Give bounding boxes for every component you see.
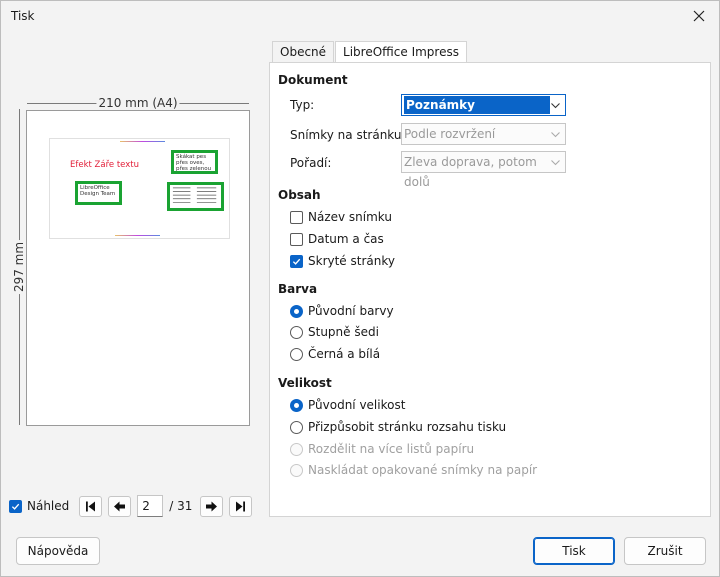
- grayscale-radio[interactable]: [290, 325, 303, 339]
- repeat-slides-radio[interactable]: [290, 463, 303, 477]
- slide-thumbnail: Efekt Záře textu Skákat pes přes oves, p…: [49, 138, 230, 239]
- hidden-pages-option[interactable]: Skryté stránky: [290, 254, 395, 268]
- arrow-right-icon: [206, 501, 218, 511]
- cancel-button[interactable]: Zrušit: [624, 537, 706, 565]
- print-button[interactable]: Tisk: [533, 537, 615, 565]
- original-size-option[interactable]: Původní velikost: [290, 398, 405, 412]
- fit-to-page-label: Přizpůsobit stránku rozsahu tisku: [308, 420, 507, 434]
- grayscale-label: Stupně šedi: [308, 325, 379, 339]
- next-page-button[interactable]: [200, 495, 224, 517]
- page-width-dimension: 210 mm (A4): [27, 96, 249, 110]
- previous-page-button[interactable]: [108, 495, 132, 517]
- slides-per-page-value: Podle rozvržení: [404, 127, 496, 141]
- tab-general[interactable]: Obecné: [272, 41, 335, 63]
- date-time-option[interactable]: Datum a čas: [290, 232, 384, 246]
- tab-bar: Obecné LibreOffice Impress: [272, 41, 468, 64]
- date-time-label: Datum a čas: [308, 232, 384, 246]
- content-heading: Obsah: [278, 188, 321, 202]
- repeat-slides-label: Naskládat opakované snímky na papír: [308, 463, 538, 477]
- checkmark-icon: [292, 258, 301, 265]
- black-white-option[interactable]: Černá a bílá: [290, 347, 380, 361]
- fit-to-page-option[interactable]: Přizpůsobit stránku rozsahu tisku: [290, 420, 506, 434]
- print-preview-page: Efekt Záře textu Skákat pes přes oves, p…: [26, 110, 250, 426]
- page-width-label: 210 mm (A4): [96, 96, 180, 110]
- chevron-down-icon: [551, 132, 560, 138]
- help-button[interactable]: Nápověda: [16, 537, 100, 565]
- impress-options-panel: Dokument Typ: Poznámky Snímky na stránku…: [269, 62, 711, 517]
- order-select[interactable]: Zleva doprava, potom dolů: [401, 151, 566, 189]
- tile-pages-radio[interactable]: [290, 442, 303, 456]
- original-size-label: Původní velikost: [308, 398, 406, 412]
- type-label: Typ:: [290, 98, 315, 112]
- slide-decoration-bottom: [115, 235, 160, 236]
- original-size-radio[interactable]: [290, 398, 303, 412]
- slide-name-option[interactable]: Název snímku: [290, 210, 392, 224]
- fit-to-page-radio[interactable]: [290, 420, 303, 434]
- slide-decoration-top: [120, 141, 165, 142]
- checkmark-icon: [11, 503, 20, 510]
- chevron-down-icon: [551, 103, 560, 109]
- original-colors-option[interactable]: Původní barvy: [290, 304, 394, 318]
- date-time-checkbox[interactable]: [290, 232, 303, 246]
- slides-per-page-select[interactable]: Podle rozvržení: [401, 123, 566, 145]
- repeat-slides-option[interactable]: Naskládat opakované snímky na papír: [290, 463, 537, 477]
- hidden-pages-label: Skryté stránky: [308, 254, 395, 268]
- page-number-input[interactable]: 2: [137, 495, 164, 517]
- page-height-label: 297 mm: [12, 239, 26, 295]
- slide-title-text: Efekt Záře textu: [70, 160, 139, 170]
- tab-libreoffice-impress[interactable]: LibreOffice Impress: [335, 41, 467, 64]
- show-preview-checkbox[interactable]: [9, 499, 22, 513]
- color-heading: Barva: [278, 282, 318, 296]
- arrow-left-icon: [114, 501, 126, 511]
- close-button[interactable]: [685, 3, 713, 29]
- tile-pages-label: Rozdělit na více listů papíru: [308, 442, 475, 456]
- size-heading: Velikost: [278, 376, 332, 390]
- slide-text-box-small: [167, 182, 224, 211]
- original-colors-radio[interactable]: [290, 304, 303, 318]
- grayscale-option[interactable]: Stupně šedi: [290, 325, 379, 339]
- tile-pages-option[interactable]: Rozdělit na více listů papíru: [290, 442, 474, 456]
- first-page-icon: [86, 501, 96, 511]
- last-page-icon: [236, 501, 246, 511]
- page-total-label: / 31: [169, 499, 193, 513]
- slide-text-box: Skákat pes přes oves, přes zelenou louku: [171, 150, 218, 174]
- slide-name-checkbox[interactable]: [290, 210, 303, 224]
- chevron-down-icon: [551, 160, 560, 166]
- document-heading: Dokument: [278, 73, 348, 87]
- print-dialog: Tisk 210 mm (A4) 297 mm Efekt Záře textu…: [0, 0, 720, 577]
- type-select-value: Poznámky: [404, 96, 550, 114]
- slide-text-box: LibreOffice Design Team: [75, 181, 122, 205]
- close-icon: [693, 10, 705, 22]
- original-colors-label: Původní barvy: [308, 304, 394, 318]
- order-label: Pořadí:: [290, 156, 332, 170]
- preview-navigation: Náhled 2 / 31: [9, 495, 258, 517]
- first-page-button[interactable]: [79, 495, 103, 517]
- order-value: Zleva doprava, potom dolů: [404, 155, 537, 189]
- last-page-button[interactable]: [229, 495, 253, 517]
- title-bar: Tisk: [1, 1, 719, 31]
- show-preview-label: Náhled: [27, 499, 70, 513]
- slides-per-page-label: Snímky na stránku:: [290, 128, 406, 142]
- window-title: Tisk: [11, 9, 35, 23]
- type-select[interactable]: Poznámky: [401, 94, 566, 116]
- black-white-label: Černá a bílá: [308, 347, 381, 361]
- slide-name-label: Název snímku: [308, 210, 392, 224]
- hidden-pages-checkbox[interactable]: [290, 254, 303, 268]
- black-white-radio[interactable]: [290, 347, 303, 361]
